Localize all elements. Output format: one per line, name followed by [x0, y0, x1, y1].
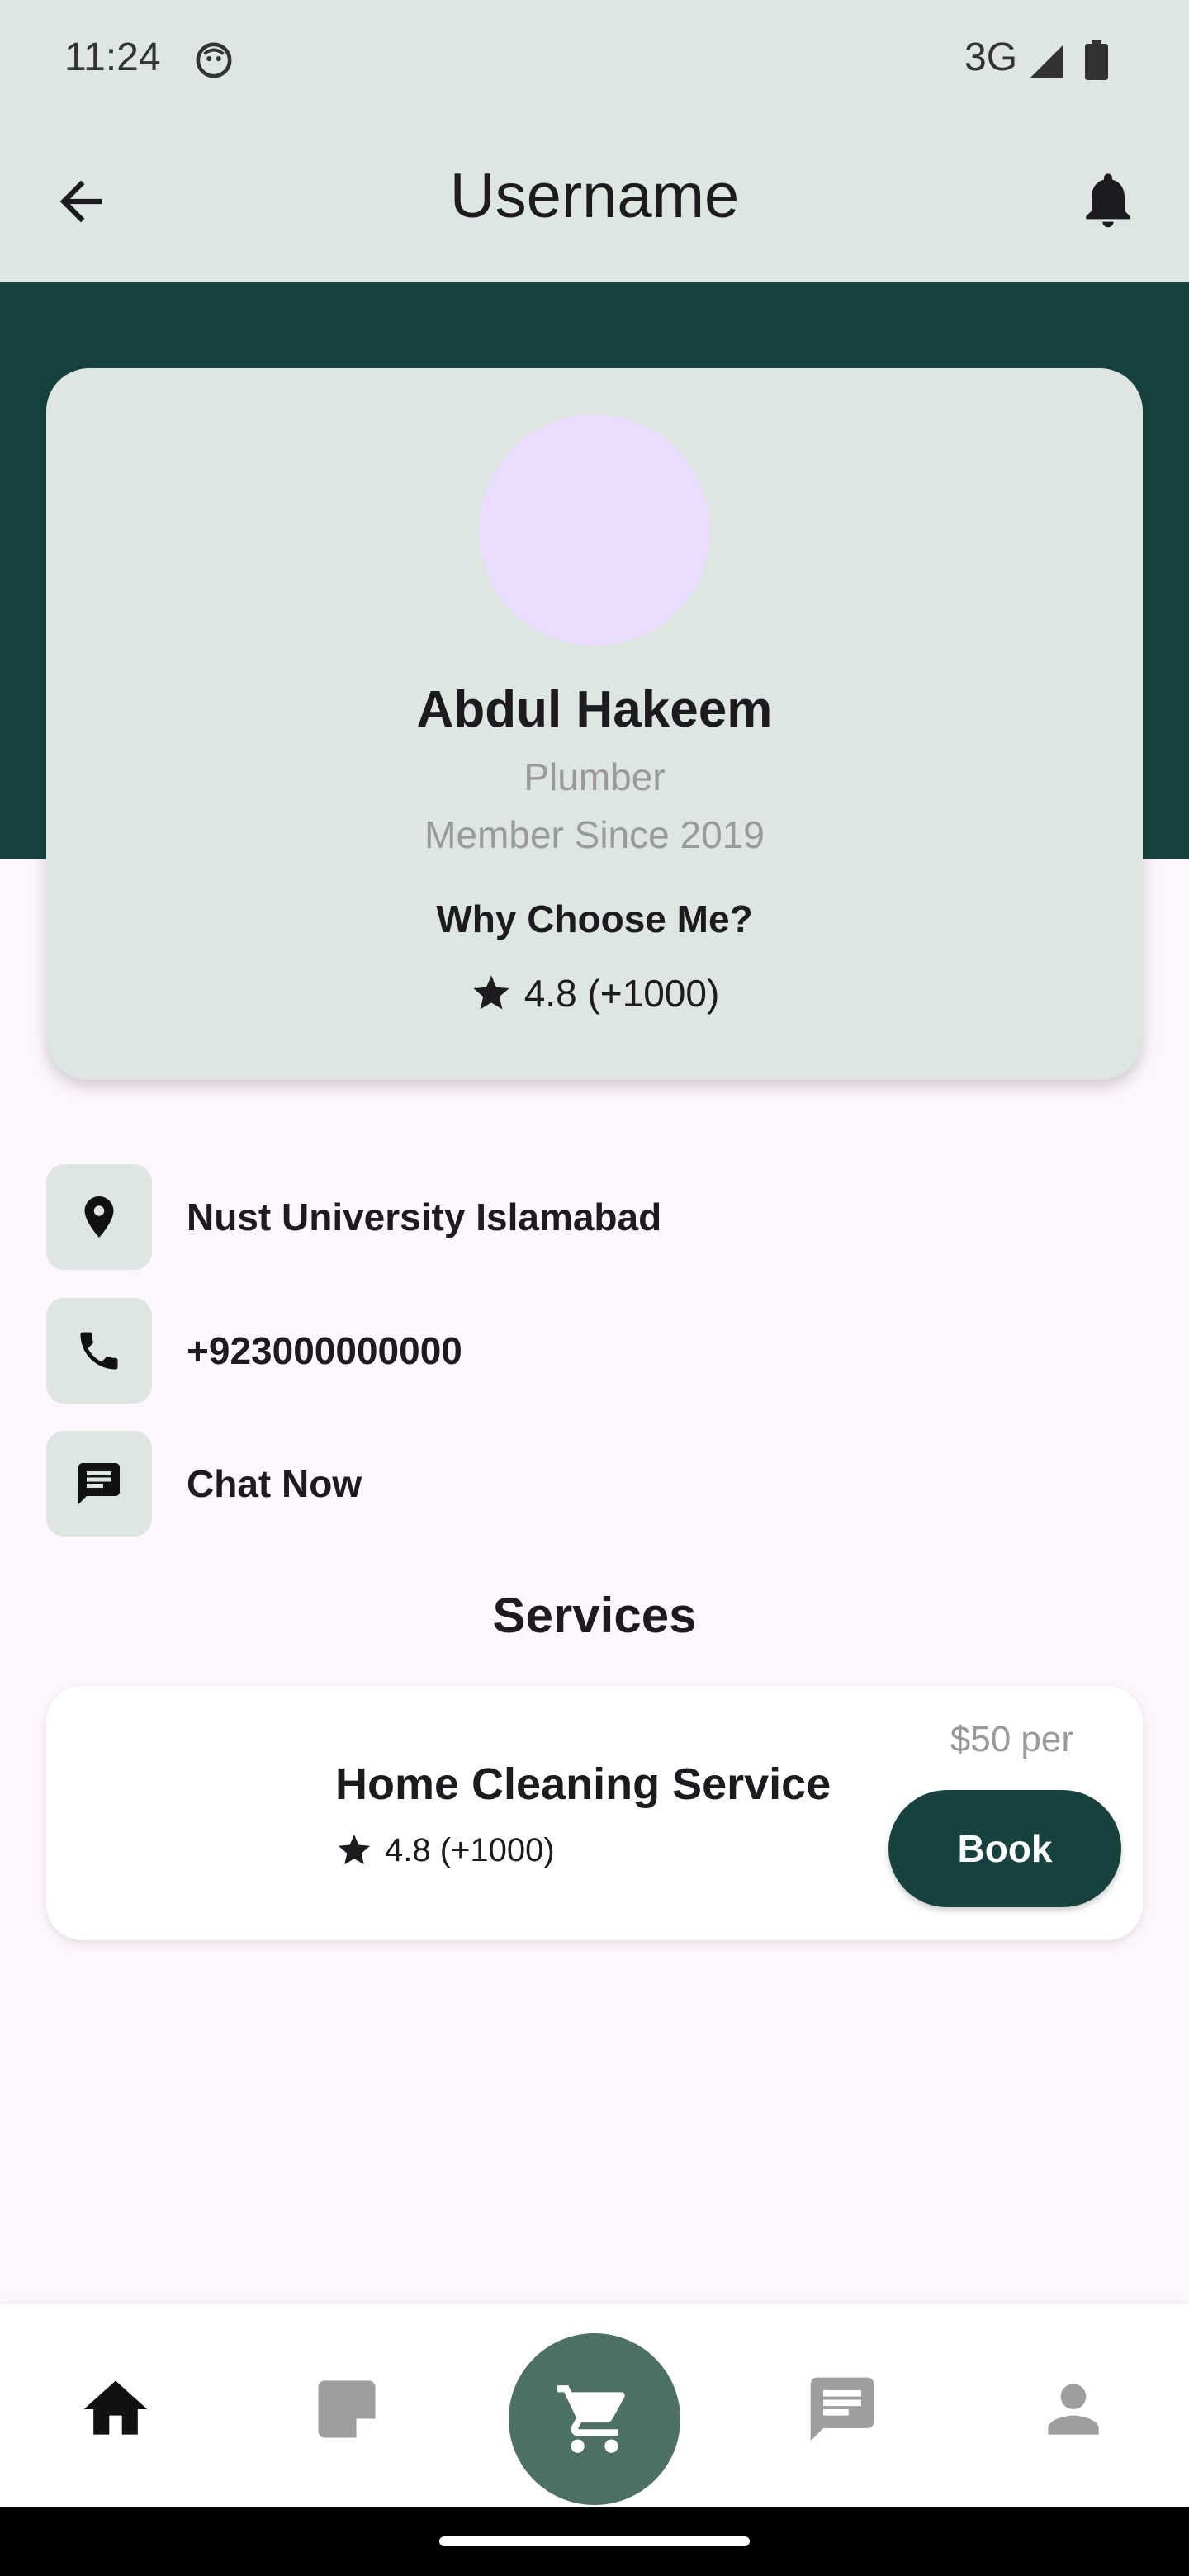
signal-icon — [1030, 45, 1063, 78]
system-gesture-bar — [0, 2507, 1189, 2576]
app-bar: Username — [0, 124, 1189, 282]
location-text: Nust University Islamabad — [187, 1196, 662, 1238]
chat-row[interactable]: Chat Now — [46, 1431, 1143, 1537]
nav-home[interactable] — [76, 2370, 155, 2449]
services-heading: Services — [492, 1588, 697, 1643]
location-pin-icon — [84, 1196, 114, 1238]
gesture-handle[interactable] — [439, 2536, 750, 2546]
orders-icon — [318, 2380, 376, 2438]
home-icon — [83, 2380, 148, 2435]
nav-orders[interactable] — [307, 2370, 386, 2449]
book-button[interactable]: Book — [888, 1790, 1121, 1907]
notification-face-icon — [196, 42, 232, 78]
network-type: 3G — [964, 36, 1018, 79]
location-icon-box — [46, 1164, 152, 1270]
bottom-nav — [0, 2304, 1189, 2507]
star-icon — [473, 975, 509, 1010]
profile-card: Abdul Hakeem Plumber Member Since 2019 W… — [46, 368, 1143, 1080]
location-row[interactable]: Nust University Islamabad — [46, 1164, 1143, 1270]
nav-messages[interactable] — [803, 2370, 882, 2449]
chat-icon — [78, 1463, 120, 1504]
notification-bell-icon[interactable] — [1075, 167, 1141, 233]
provider-rating: 4.8 (+1000) — [46, 971, 1143, 1016]
why-choose-me-heading: Why Choose Me? — [436, 897, 753, 940]
phone-icon-box — [46, 1298, 152, 1404]
service-rating: 4.8 (+1000) — [335, 1831, 555, 1869]
messages-icon — [810, 2377, 874, 2441]
battery-icon — [1085, 40, 1108, 80]
provider-profession: Plumber — [523, 755, 666, 798]
service-rating-text: 4.8 (+1000) — [385, 1831, 555, 1868]
profile-icon — [1048, 2384, 1099, 2435]
star-icon — [338, 1834, 371, 1865]
service-price: $50 per — [950, 1719, 1073, 1759]
avatar — [479, 414, 710, 646]
nav-cart[interactable] — [509, 2333, 680, 2505]
provider-name: Abdul Hakeem — [416, 681, 773, 738]
phone-row[interactable]: +923000000000 — [46, 1298, 1143, 1404]
status-bar: 11:24 3G — [0, 0, 1189, 124]
nav-profile[interactable] — [1034, 2370, 1113, 2449]
chat-now-text: Chat Now — [187, 1462, 362, 1505]
service-name: Home Cleaning Service — [335, 1759, 831, 1809]
phone-icon — [80, 1332, 118, 1370]
rating-text: 4.8 (+1000) — [523, 972, 720, 1015]
status-time: 11:24 — [64, 36, 161, 79]
member-since: Member Since 2019 — [424, 813, 765, 856]
service-card[interactable]: $50 per Home Cleaning Service 4.8 (+1000… — [46, 1686, 1143, 1940]
page-title: Username — [449, 161, 740, 231]
cart-icon — [557, 2385, 625, 2453]
phone-text: +923000000000 — [187, 1329, 462, 1372]
chat-icon-box — [46, 1431, 152, 1537]
